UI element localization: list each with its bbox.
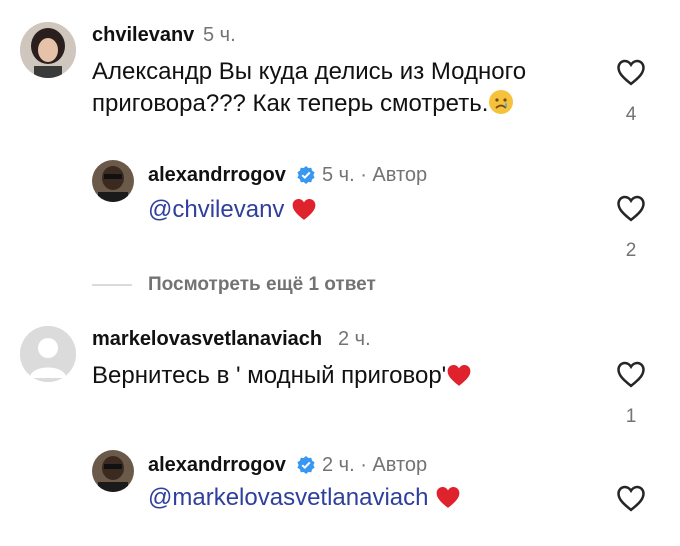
- like-count: 4: [625, 104, 637, 125]
- like-count: 1: [625, 406, 637, 427]
- like-heart-icon[interactable]: [616, 58, 646, 86]
- crying-face-icon: [488, 89, 514, 124]
- like-heart-icon[interactable]: [616, 194, 646, 222]
- reply-username[interactable]: alexandrrogov: [148, 164, 286, 187]
- like-count: 2: [625, 240, 637, 261]
- like-heart-icon[interactable]: [616, 484, 646, 512]
- comment-username[interactable]: markelovasvetlanaviach: [92, 328, 322, 351]
- verified-badge-icon: [297, 456, 315, 474]
- comment-time: 2 ч.: [338, 328, 371, 350]
- comment-text: Александр Вы куда делись из Модного: [92, 58, 527, 85]
- reply-time: 2 ч. · Автор: [322, 454, 428, 476]
- view-more-replies-button[interactable]: Посмотреть ещё 1 ответ: [148, 274, 376, 296]
- reply-username[interactable]: alexandrrogov: [148, 454, 286, 477]
- comment-text: Вернитесь в ' модный приговор': [92, 360, 472, 396]
- red-heart-icon: [435, 485, 461, 518]
- mention-link[interactable]: @chvilevanv: [148, 196, 284, 223]
- red-heart-icon: [291, 197, 317, 230]
- avatar[interactable]: [92, 160, 134, 202]
- avatar[interactable]: [20, 326, 76, 382]
- avatar[interactable]: [92, 450, 134, 492]
- avatar[interactable]: [20, 22, 76, 78]
- verified-badge-icon: [297, 166, 315, 184]
- comment-username[interactable]: chvilevanv: [92, 24, 194, 47]
- reply-text: @chvilevanv: [148, 194, 317, 230]
- comment-text: приговора??? Как теперь смотреть.: [92, 88, 514, 124]
- comment-text-line: приговора??? Как теперь смотреть.: [92, 90, 489, 117]
- mention-link[interactable]: @markelovasvetlanaviach: [148, 484, 429, 511]
- reply-time: 5 ч. · Автор: [322, 164, 428, 186]
- reply-text: @markelovasvetlanaviach: [148, 482, 461, 518]
- divider: [92, 284, 132, 286]
- red-heart-icon: [446, 363, 472, 396]
- comment-text-line: Вернитесь в ' модный приговор': [92, 362, 447, 389]
- comment-time: 5 ч.: [203, 24, 236, 46]
- like-heart-icon[interactable]: [616, 360, 646, 388]
